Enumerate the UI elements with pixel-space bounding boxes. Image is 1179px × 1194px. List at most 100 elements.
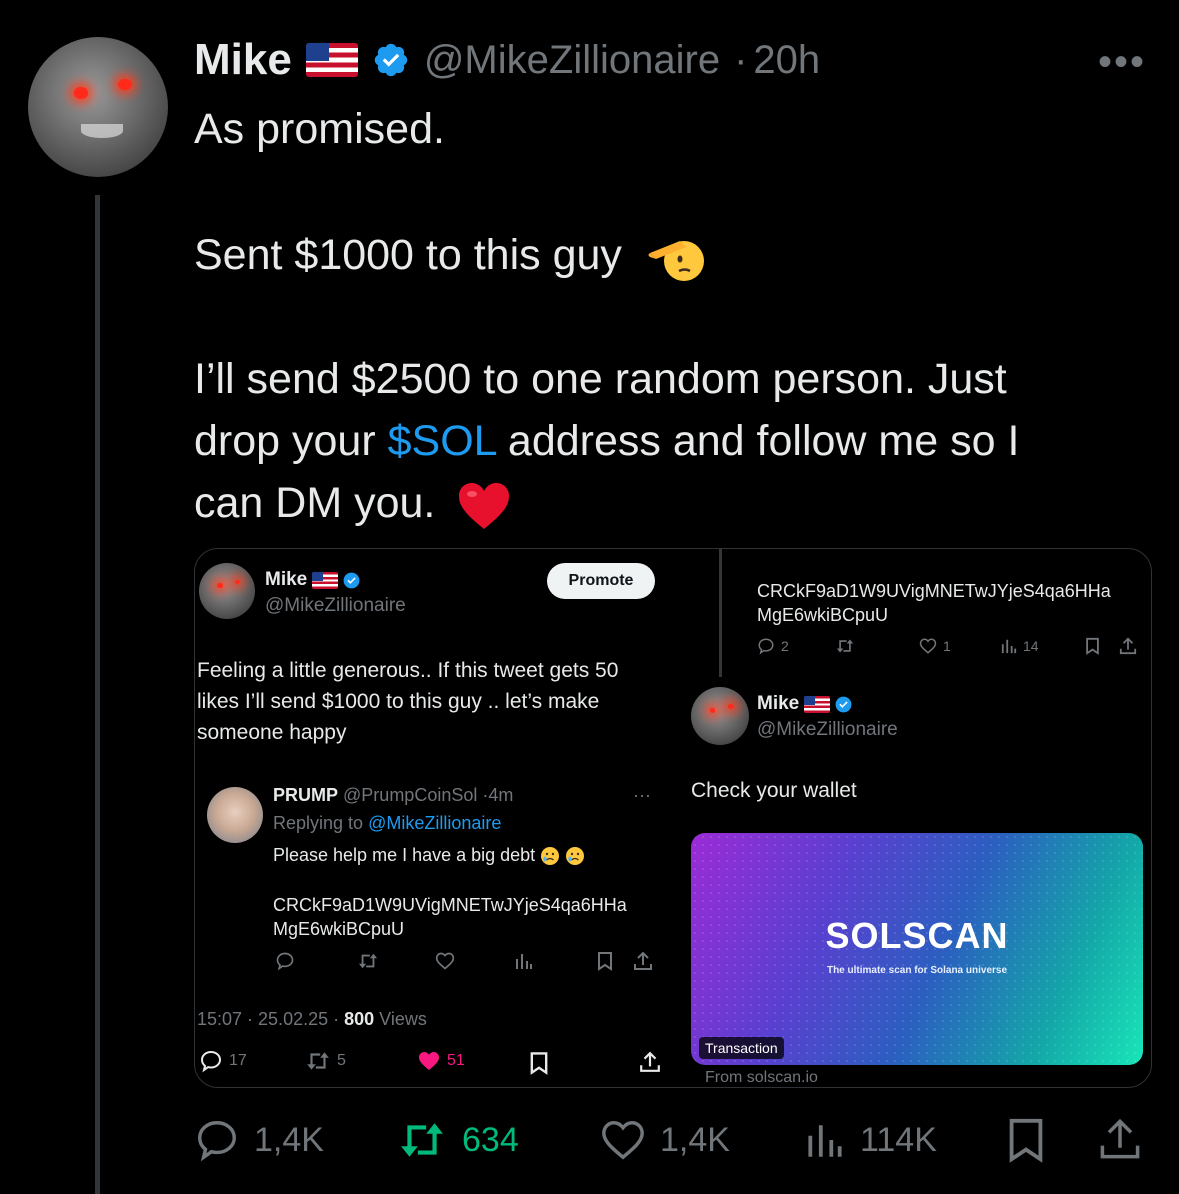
like-icon — [419, 1052, 439, 1070]
cashtag-link[interactable]: $SOL — [388, 417, 496, 465]
reply-count: 1,4K — [254, 1120, 324, 1159]
embed-views-count: 800 — [344, 1009, 375, 1029]
embed-right-reply-count: 2 — [781, 638, 789, 654]
views-count: 114K — [860, 1120, 937, 1159]
repost-count: 634 — [462, 1120, 519, 1159]
embed-text-line: likes I’ll send $1000 to this guy .. let… — [197, 690, 600, 713]
embed-right-like-count: 1 — [943, 638, 951, 654]
solscan-badge: Transaction — [699, 1037, 784, 1059]
reply-address-line: MgE6wkiBCpuU — [273, 919, 405, 939]
embed-like-stat: 51 — [417, 1049, 465, 1073]
verified-badge-icon[interactable] — [372, 41, 410, 79]
embed-repost-count: 5 — [337, 1052, 346, 1069]
like-icon — [602, 1121, 644, 1160]
more-icon[interactable]: ••• — [1098, 40, 1146, 85]
embed-right-author-handle: @MikeZillionaire — [757, 719, 898, 740]
solscan-card: SOLSCAN The ultimate scan for Solana uni… — [691, 833, 1143, 1065]
share-icon[interactable] — [1098, 1116, 1142, 1162]
bookmark-icon[interactable] — [1006, 1116, 1046, 1164]
views-action[interactable]: 114K — [804, 1112, 937, 1168]
embed-reply-stat: 17 — [199, 1049, 247, 1073]
tweet-line: can DM you. — [194, 472, 1154, 534]
embed-reply-count: 17 — [229, 1052, 247, 1069]
us-flag-icon — [305, 43, 358, 77]
bookmark-icon — [530, 1052, 548, 1075]
reply-icon — [200, 1050, 222, 1073]
repost-icon — [307, 1052, 329, 1070]
reply-icon — [198, 1121, 236, 1162]
embed-right-views-count: 14 — [1023, 638, 1039, 654]
us-flag-icon — [803, 696, 830, 714]
embed-right-author: Mike — [757, 693, 853, 715]
reply-header: PRUMP @PrumpCoinSol ·4m — [273, 785, 513, 806]
reply-text-body: Please help me I have a big debt — [273, 845, 536, 865]
views-icon — [1001, 639, 1017, 654]
like-icon — [435, 952, 455, 970]
views-icon — [516, 954, 532, 969]
author-avatar[interactable] — [28, 37, 168, 177]
tweet-header: Mike @MikeZillionaire · 20h — [194, 34, 820, 86]
reply-more-icon: ··· — [633, 785, 651, 805]
us-flag-icon — [311, 572, 338, 590]
thread-line — [95, 195, 100, 1194]
embed-author-handle: @MikeZillionaire — [265, 595, 406, 616]
bookmark-icon — [1086, 637, 1099, 655]
salute-emoji-icon — [648, 240, 704, 281]
like-icon — [919, 638, 937, 654]
verified-badge-icon — [835, 696, 852, 713]
replying-to: Replying to @MikeZillionaire — [273, 813, 501, 834]
crying-emoji-icon — [541, 847, 560, 866]
embed-thread-line — [719, 549, 722, 677]
like-count: 1,4K — [660, 1120, 730, 1159]
embed-right-avatar — [691, 687, 749, 745]
like-action[interactable]: 1,4K — [600, 1112, 730, 1168]
embed-right-views-stat: 14 — [1001, 637, 1039, 655]
share-icon — [634, 951, 652, 970]
tweet-line: Sent $1000 to this guy — [194, 224, 1154, 286]
solscan-logo: SOLSCAN — [825, 915, 1009, 956]
share-icon — [1119, 637, 1137, 655]
embed-right-author-name: Mike — [757, 693, 800, 714]
embed-tweet-text: Feeling a little generous.. If this twee… — [197, 655, 618, 748]
reply-text: Please help me I have a big debt — [273, 843, 585, 867]
embed-like-count: 51 — [447, 1052, 465, 1069]
tweet-line: I’ll send $2500 to one random person. Ju… — [194, 355, 1007, 403]
verified-badge-icon — [343, 572, 360, 589]
embed-text-line: someone happy — [197, 721, 347, 744]
reply-avatar — [207, 787, 263, 843]
tweet-line: As promised. — [194, 105, 445, 153]
embed-author: Mike — [265, 569, 361, 591]
share-icon — [640, 1051, 660, 1072]
views-icon — [808, 1125, 842, 1157]
author-name[interactable]: Mike — [194, 35, 292, 85]
embed-right-address-line: MgE6wkiBCpuU — [757, 605, 889, 625]
bookmark-icon — [598, 952, 612, 971]
reply-icon — [758, 638, 774, 655]
repost-icon — [401, 1123, 443, 1157]
embed-text-line: Feeling a little generous.. If this twee… — [197, 659, 619, 682]
crying-emoji-icon — [566, 847, 585, 866]
repost-action[interactable]: 634 — [396, 1112, 519, 1168]
embedded-image[interactable]: Mike @MikeZillionaire Promote Feeling a … — [194, 548, 1152, 1088]
reply-time: 4m — [488, 785, 514, 805]
repost-icon — [836, 639, 854, 653]
embed-right-address: CRCkF9aD1W9UVigMNETwJYjeS4qa6HHa MgE6wki… — [757, 579, 1111, 627]
repost-icon — [358, 953, 378, 969]
reply-action[interactable]: 1,4K — [194, 1112, 324, 1168]
embed-right-address-line: CRCkF9aD1W9UVigMNETwJYjeS4qa6HHa — [757, 581, 1111, 601]
tweet-line-text: can DM you. — [194, 479, 436, 527]
tweet-text: As promised. Sent $1000 to this guy I’ll… — [194, 98, 1154, 534]
reply-icon — [276, 952, 294, 971]
tweet-line-text: drop your — [194, 417, 388, 465]
reply-name: PRUMP — [273, 785, 339, 805]
solscan-tagline: The ultimate scan for Solana universe — [826, 965, 1008, 976]
tweet-time[interactable]: 20h — [753, 38, 820, 83]
embed-right-text: Check your wallet — [691, 779, 857, 802]
time-separator: · — [734, 37, 748, 82]
embed-author-name: Mike — [265, 569, 308, 590]
replying-to-label: Replying to — [273, 813, 369, 833]
author-handle[interactable]: @MikeZillionaire — [424, 38, 720, 83]
embed-repost-stat: 5 — [305, 1049, 346, 1073]
card-source: From solscan.io — [705, 1069, 818, 1086]
reply-handle: @PrumpCoinSol — [343, 785, 478, 805]
